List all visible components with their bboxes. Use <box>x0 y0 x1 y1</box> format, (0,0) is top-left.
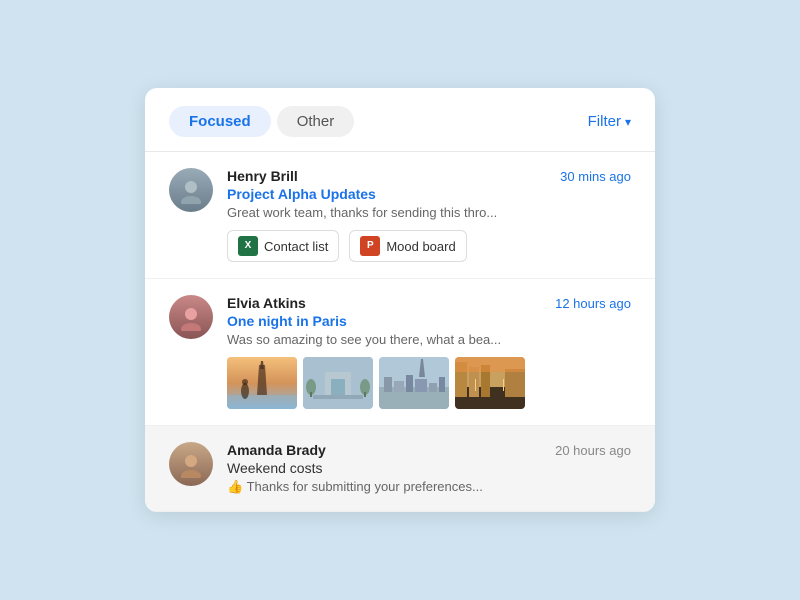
filter-label: Filter <box>588 113 621 130</box>
attachment-name-mood: Mood board <box>386 239 455 254</box>
avatar-amanda <box>169 442 213 486</box>
email-header-amanda: Amanda Brady 20 hours ago <box>227 442 631 458</box>
photo-thumb-1[interactable] <box>227 357 297 409</box>
email-subject-henry: Project Alpha Updates <box>227 186 631 202</box>
email-item-amanda[interactable]: Amanda Brady 20 hours ago Weekend costs … <box>145 426 655 512</box>
tab-other[interactable]: Other <box>277 106 355 137</box>
attachment-contact-list[interactable]: X Contact list <box>227 230 339 262</box>
email-time-elvia: 12 hours ago <box>555 296 631 311</box>
email-content-elvia: Elvia Atkins 12 hours ago One night in P… <box>227 295 631 409</box>
photo-thumb-3[interactable] <box>379 357 449 409</box>
avatar-henry <box>169 168 213 212</box>
attachment-mood-board[interactable]: P Mood board <box>349 230 466 262</box>
attachments-henry: X Contact list P Mood board <box>227 230 631 262</box>
attachment-name-contact: Contact list <box>264 239 328 254</box>
email-card: Focused Other Filter ▾ Henry Brill 30 mi… <box>145 88 655 512</box>
tabs-row: Focused Other Filter ▾ <box>145 88 655 152</box>
email-item-henry[interactable]: Henry Brill 30 mins ago Project Alpha Up… <box>145 152 655 279</box>
email-header-elvia: Elvia Atkins 12 hours ago <box>227 295 631 311</box>
tabs-group: Focused Other <box>169 106 588 137</box>
email-preview-henry: Great work team, thanks for sending this… <box>227 205 631 220</box>
photo-strip-elvia <box>227 357 631 409</box>
sender-name-amanda: Amanda Brady <box>227 442 326 458</box>
chevron-down-icon: ▾ <box>625 115 631 129</box>
sender-name-elvia: Elvia Atkins <box>227 295 306 311</box>
email-subject-amanda: Weekend costs <box>227 460 631 476</box>
email-header-henry: Henry Brill 30 mins ago <box>227 168 631 184</box>
email-preview-amanda: 👍 Thanks for submitting your preferences… <box>227 479 631 495</box>
filter-button[interactable]: Filter ▾ <box>588 113 631 130</box>
email-time-henry: 30 mins ago <box>560 169 631 184</box>
email-preview-elvia: Was so amazing to see you there, what a … <box>227 332 631 347</box>
excel-icon: X <box>238 236 258 256</box>
email-content-amanda: Amanda Brady 20 hours ago Weekend costs … <box>227 442 631 495</box>
ppt-icon: P <box>360 236 380 256</box>
photo-thumb-2[interactable] <box>303 357 373 409</box>
email-content-henry: Henry Brill 30 mins ago Project Alpha Up… <box>227 168 631 262</box>
email-item-elvia[interactable]: Elvia Atkins 12 hours ago One night in P… <box>145 279 655 426</box>
photo-thumb-4[interactable] <box>455 357 525 409</box>
avatar-elvia <box>169 295 213 339</box>
tab-focused[interactable]: Focused <box>169 106 271 137</box>
sender-name-henry: Henry Brill <box>227 168 298 184</box>
email-subject-elvia: One night in Paris <box>227 313 631 329</box>
email-time-amanda: 20 hours ago <box>555 443 631 458</box>
